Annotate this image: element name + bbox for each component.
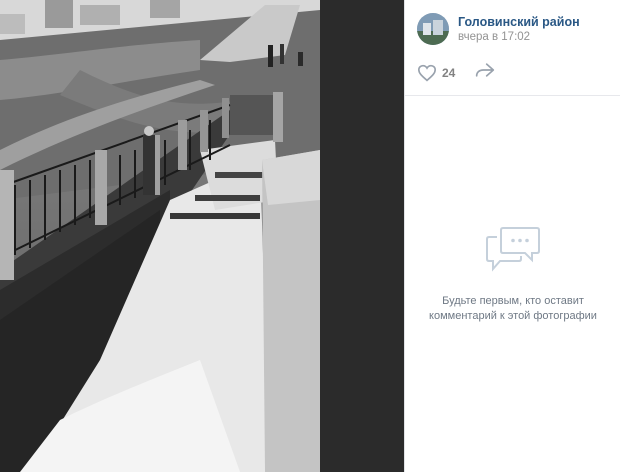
photo-image[interactable] bbox=[0, 0, 320, 472]
post-time[interactable]: вчера в 17:02 bbox=[458, 30, 580, 45]
avatar[interactable] bbox=[417, 13, 449, 45]
author-name-link[interactable]: Головинский район bbox=[458, 14, 580, 30]
like-button[interactable]: 24 bbox=[417, 64, 455, 82]
photo-pane bbox=[0, 0, 404, 472]
author-block: Головинский район вчера в 17:02 bbox=[458, 14, 580, 45]
share-button[interactable] bbox=[475, 62, 495, 83]
photo-background bbox=[320, 0, 404, 472]
comments-bubble-icon bbox=[485, 225, 541, 278]
info-panel: Головинский район вчера в 17:02 24 Будьт… bbox=[404, 0, 620, 472]
avatar-image-icon bbox=[417, 13, 449, 45]
post-header: Головинский район вчера в 17:02 bbox=[405, 0, 620, 50]
comments-empty-text: Будьте первым, кто оставит комментарий к… bbox=[429, 295, 597, 322]
like-count: 24 bbox=[442, 65, 456, 80]
comments-empty-state: Будьте первым, кто оставит комментарий к… bbox=[405, 225, 620, 324]
share-arrow-icon bbox=[476, 63, 495, 77]
post-actions: 24 bbox=[405, 50, 620, 96]
photo-viewer: Головинский район вчера в 17:02 24 Будьт… bbox=[0, 0, 620, 472]
heart-icon bbox=[417, 64, 437, 81]
photo-canvas bbox=[0, 0, 320, 472]
